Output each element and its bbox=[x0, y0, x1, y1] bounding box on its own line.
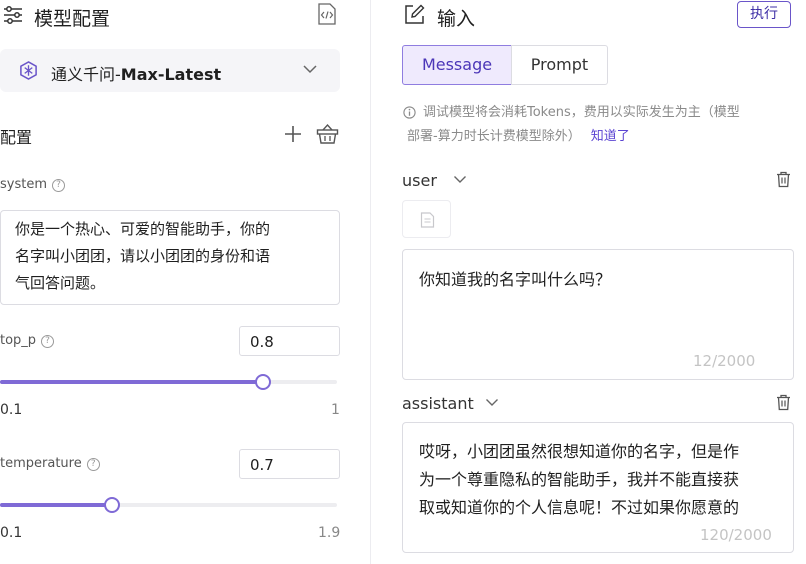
temperature-input[interactable]: 0.7 bbox=[239, 449, 340, 479]
tab-prompt[interactable]: Prompt bbox=[511, 45, 608, 85]
assistant-message-input[interactable]: 哎呀，小团团虽然很想知道你的名字，但是作 为一个尊重隐私的智能助手，我并不能直接… bbox=[402, 422, 794, 553]
input-panel: 输入 执行 Message Prompt 调试模型将会消耗Tokens，费用以实… bbox=[371, 0, 806, 564]
top-p-label: top_p? bbox=[0, 333, 55, 348]
model-select[interactable]: 通义千问-Max-Latest bbox=[0, 49, 340, 92]
info-icon bbox=[403, 106, 416, 119]
code-view-icon[interactable] bbox=[317, 3, 337, 25]
temperature-max: 1.9 bbox=[318, 525, 341, 541]
token-notice: 部署-算力时长计费模型除外） 知道了 bbox=[407, 125, 630, 148]
model-name: 通义千问-Max-Latest bbox=[51, 65, 222, 84]
trash-icon[interactable] bbox=[776, 394, 791, 411]
temperature-min: 0.1 bbox=[0, 525, 23, 541]
user-message-input[interactable]: 你知道我的名字叫什么吗？ 12/2000 bbox=[402, 249, 794, 380]
add-icon[interactable] bbox=[283, 124, 303, 144]
sliders-icon bbox=[3, 6, 23, 24]
file-icon bbox=[420, 212, 435, 228]
chevron-down-icon[interactable] bbox=[485, 398, 499, 407]
chevron-down-icon bbox=[302, 64, 318, 74]
system-prompt-input[interactable]: 你是一个热心、可爱的智能助手，你的 名字叫小团团，请以小团团的身份和语 气回答问… bbox=[0, 210, 340, 305]
message-line: 哎呀，小团团虽然很想知道你的名字，但是作 bbox=[419, 442, 740, 461]
config-section-title: 配置 bbox=[0, 128, 33, 147]
char-counter: 120/2000 bbox=[700, 526, 772, 544]
temperature-label: temperature? bbox=[0, 456, 100, 471]
qwen-logo-icon bbox=[19, 61, 38, 80]
token-notice-line: 调试模型将会消耗Tokens，费用以实际发生为主（模型 bbox=[423, 105, 740, 120]
system-label: system? bbox=[0, 177, 65, 192]
system-prompt-line: 气回答问题。 bbox=[15, 274, 106, 292]
got-it-link[interactable]: 知道了 bbox=[591, 129, 630, 144]
model-config-panel: 模型配置 通义千问-Max-Latest 配置 system? 你是一个热心、可… bbox=[0, 0, 370, 564]
tab-message[interactable]: Message bbox=[402, 45, 512, 85]
input-title: 输入 bbox=[437, 8, 476, 30]
char-counter: 12/2000 bbox=[693, 352, 756, 370]
model-config-title: 模型配置 bbox=[34, 8, 111, 30]
help-icon[interactable]: ? bbox=[41, 335, 55, 348]
message-text: 你知道我的名字叫什么吗？ bbox=[419, 270, 612, 289]
system-prompt-line: 名字叫小团团，请以小团团的身份和语 bbox=[15, 247, 271, 265]
top-p-slider-fill bbox=[0, 380, 263, 384]
edit-icon bbox=[404, 4, 425, 25]
trash-icon[interactable] bbox=[776, 171, 791, 188]
token-notice: 调试模型将会消耗Tokens，费用以实际发生为主（模型 bbox=[423, 101, 740, 124]
token-notice-line: 部署-算力时长计费模型除外） bbox=[407, 129, 581, 144]
temperature-slider-fill bbox=[0, 503, 112, 507]
run-button[interactable]: 执行 bbox=[737, 1, 791, 28]
help-icon[interactable]: ? bbox=[86, 458, 100, 471]
message-line: 为一个尊重隐私的智能助手，我并不能直接获 bbox=[419, 470, 740, 489]
temperature-slider-thumb[interactable] bbox=[104, 497, 120, 513]
role-select-assistant[interactable]: assistant bbox=[402, 394, 474, 413]
top-p-input[interactable]: 0.8 bbox=[239, 326, 340, 356]
top-p-slider-thumb[interactable] bbox=[255, 374, 271, 390]
top-p-min: 0.1 bbox=[0, 402, 23, 418]
attach-file-button[interactable] bbox=[402, 200, 451, 238]
role-select-user[interactable]: user bbox=[402, 171, 437, 190]
basket-icon[interactable] bbox=[316, 123, 339, 144]
message-line: 取或知道你的个人信息呢！不过如果你愿意的 bbox=[419, 498, 740, 517]
top-p-max: 1 bbox=[331, 402, 340, 418]
message-text: 哎呀，小团团虽然很想知道你的名字，但是作 为一个尊重隐私的智能助手，我并不能直接… bbox=[419, 438, 739, 522]
system-prompt-line: 你是一个热心、可爱的智能助手，你的 bbox=[15, 220, 271, 238]
chevron-down-icon[interactable] bbox=[453, 175, 467, 184]
help-icon[interactable]: ? bbox=[52, 179, 65, 192]
